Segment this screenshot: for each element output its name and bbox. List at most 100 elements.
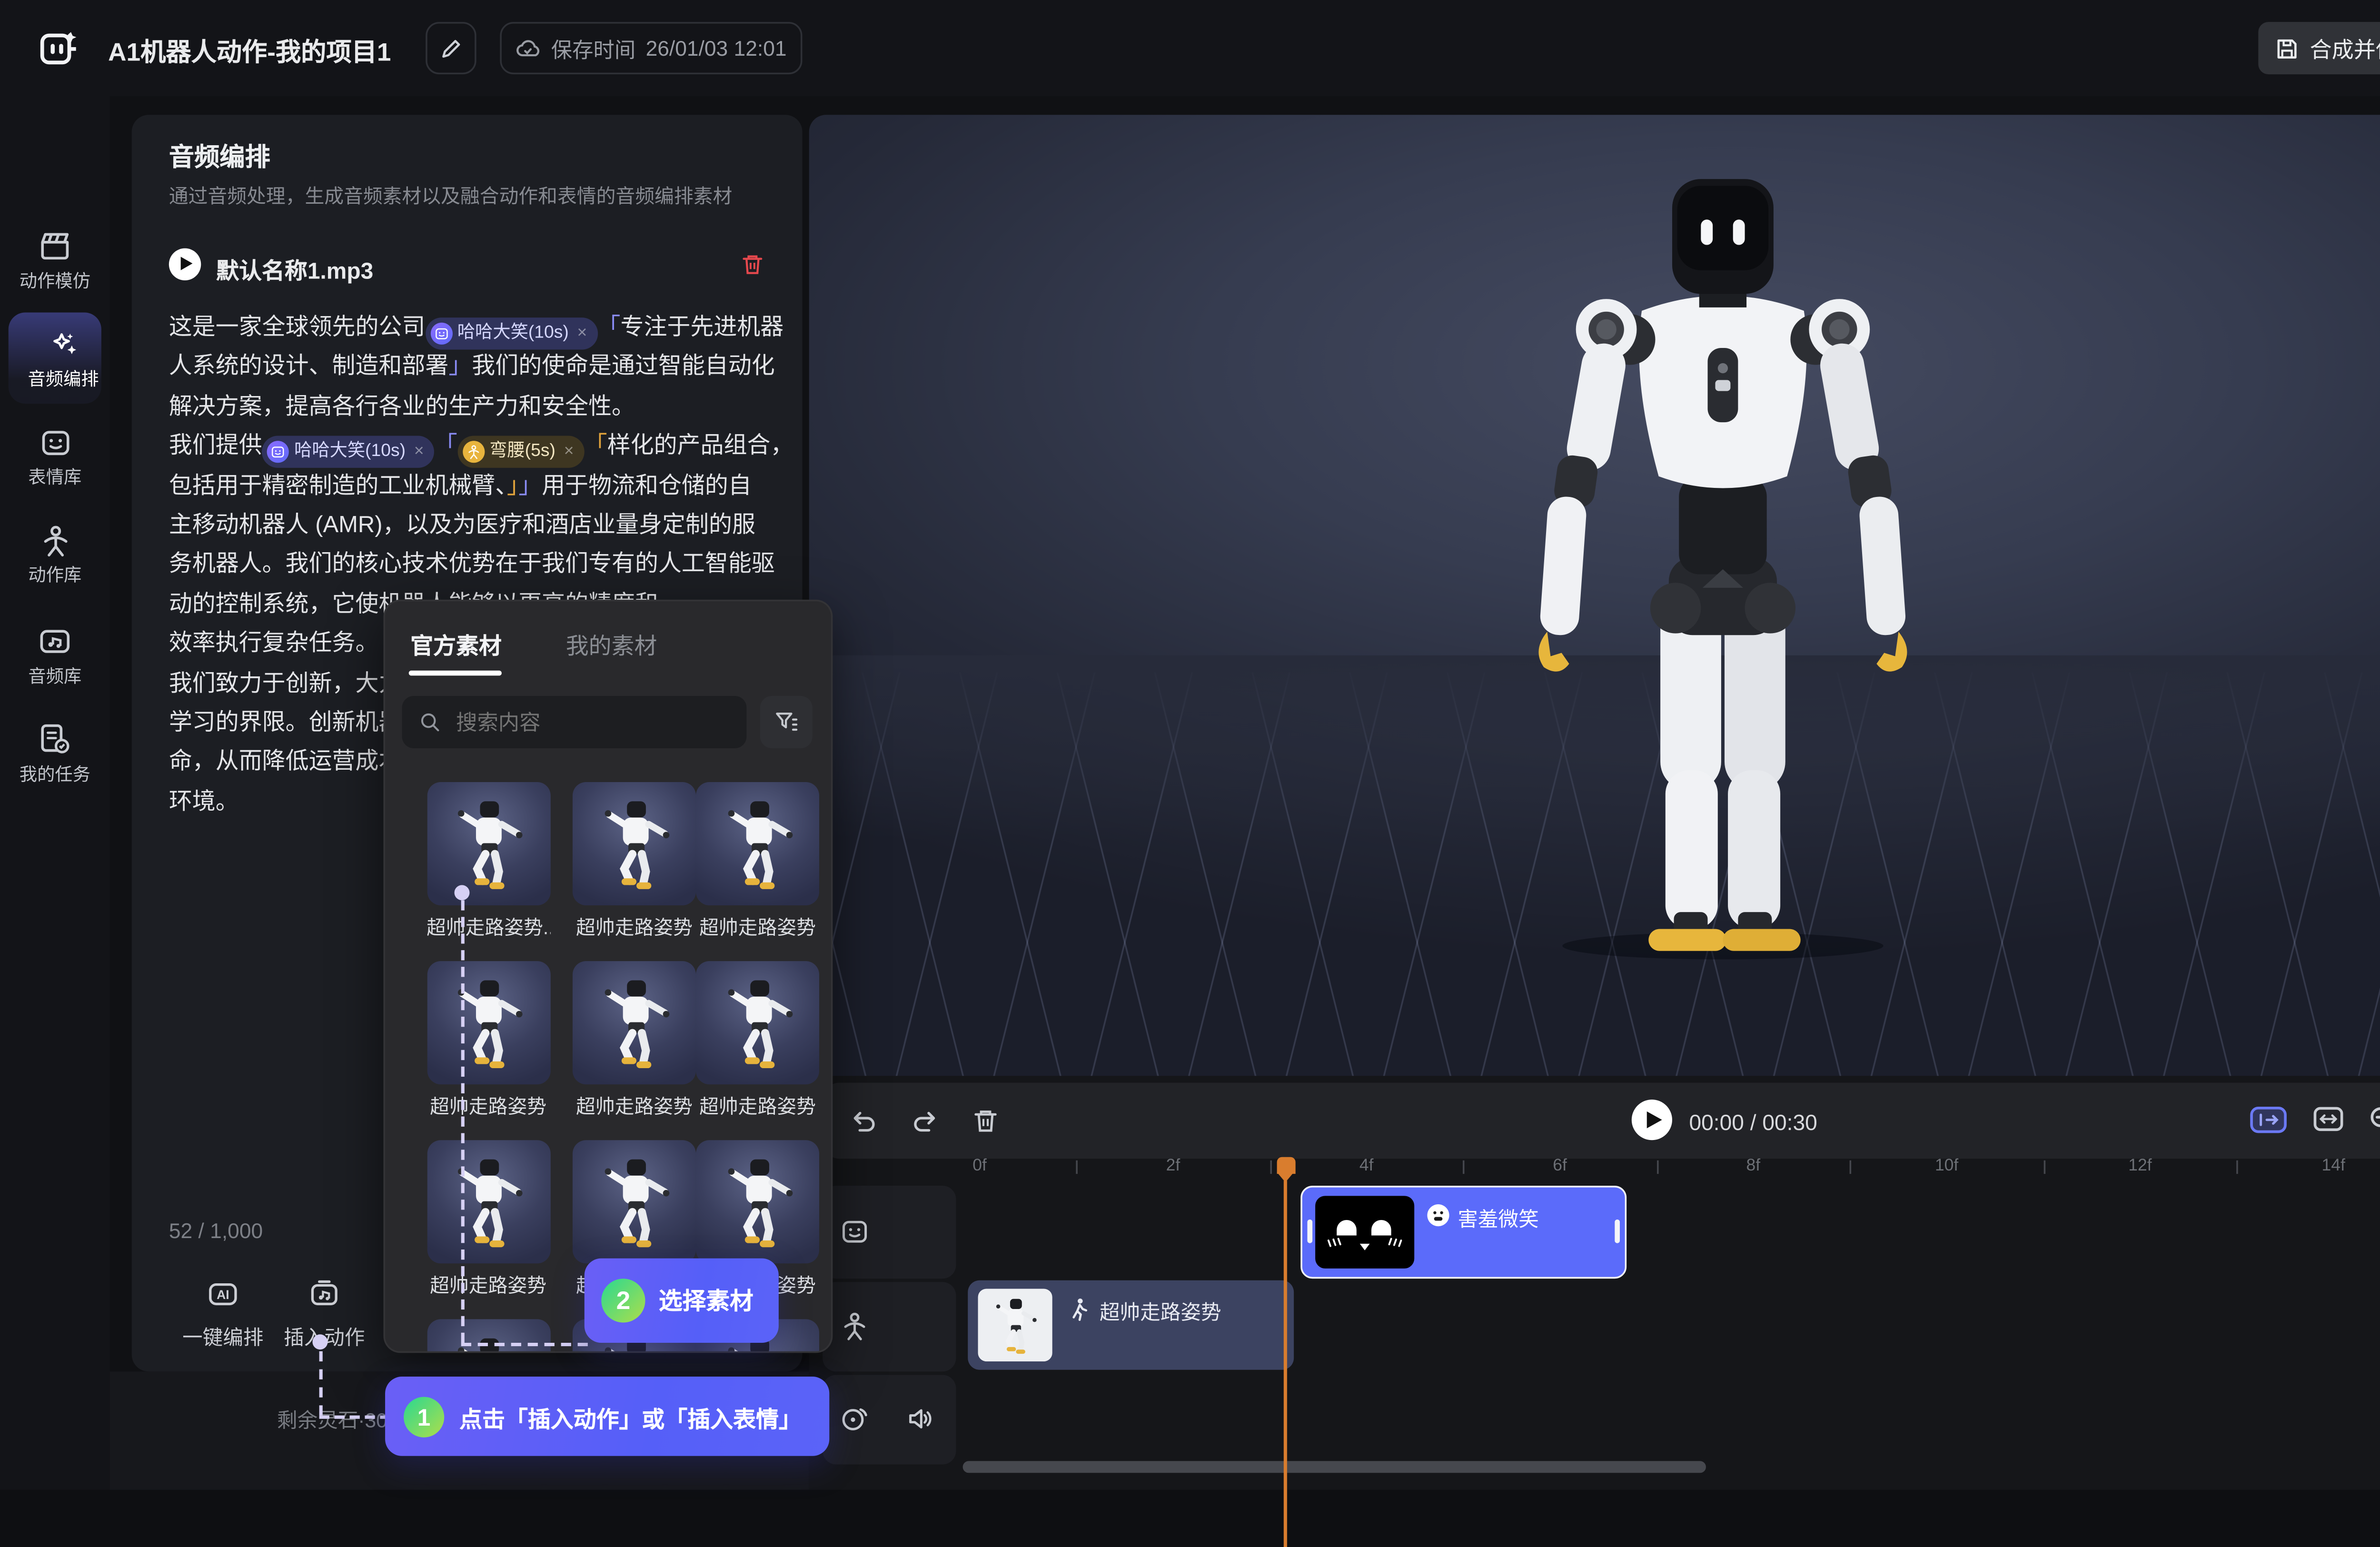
auto-snap-icon[interactable] — [2250, 1105, 2287, 1135]
transcript-text: 务机器人。我们的核心技术优势在于我们专有的人工智能驱 — [169, 551, 775, 576]
tab-my-materials[interactable]: 我的素材 — [566, 626, 657, 660]
pencil-icon — [439, 36, 463, 60]
material-thumbnail — [573, 782, 696, 905]
panel-title: 音频编排 — [169, 139, 270, 174]
sidebar-item-my-tasks[interactable]: 我的任务 — [0, 721, 110, 787]
save-time-label: 保存时间 — [551, 32, 635, 64]
search-input[interactable] — [453, 709, 713, 736]
motion-clip[interactable]: 超帅走路姿势 — [968, 1280, 1294, 1370]
ruler-label: 4f — [1359, 1157, 1374, 1176]
material-label: 超帅走路姿势 — [573, 1093, 696, 1120]
clapperboard-icon — [37, 228, 73, 264]
material-thumbnail — [426, 1140, 550, 1263]
ruler-label: 10f — [1935, 1157, 1958, 1176]
transcript-text: 解决方案，提高各行各业的生产力和安全性。 — [169, 393, 635, 418]
material-item[interactable]: 超帅走路姿势 — [573, 961, 696, 1120]
laugh-emoji-icon — [430, 323, 452, 345]
transcript-text: 我们的使命是通过智能自动化 — [472, 354, 774, 379]
timeline-play-button[interactable] — [1632, 1100, 1672, 1140]
clip-left-handle[interactable] — [1308, 1220, 1313, 1243]
viewport-3d[interactable]: Z Y X — [809, 115, 2380, 1076]
ruler-label: 8f — [1746, 1157, 1761, 1176]
sidebar-item-expression-library[interactable]: 表情库 — [0, 426, 110, 490]
tag-bend[interactable]: 弯腰(5s)× — [457, 436, 584, 468]
transcript-text: 效率执行复杂任务。 — [169, 630, 379, 655]
playhead-line — [1284, 1180, 1287, 1547]
delete-audio-button[interactable] — [740, 252, 765, 277]
fit-view-icon[interactable] — [2312, 1105, 2344, 1133]
tag-laugh[interactable]: 哈哈大笑(10s)× — [425, 317, 597, 349]
transcript-text: 专注于先进机器 — [621, 314, 784, 339]
search-box[interactable] — [402, 696, 747, 748]
material-item[interactable]: 超帅走路姿势 — [696, 782, 819, 941]
material-thumbnail — [426, 1319, 550, 1353]
laugh-emoji-icon — [267, 441, 289, 463]
guide-connector-1v — [318, 1351, 322, 1416]
guide-connector-2h — [460, 1343, 587, 1346]
one-click-arrange-button[interactable]: AI 一键编排 — [176, 1277, 270, 1351]
timeline-toolbar: 00:00 / 00:30 — [823, 1083, 2380, 1159]
expression-clip[interactable]: 害羞微笑 — [1300, 1186, 1626, 1279]
sidebar-item-audio-arrange[interactable]: 音频编排 — [9, 312, 101, 404]
audio-track-header — [823, 1375, 956, 1464]
svg-text:AI: AI — [217, 1288, 229, 1302]
delete-clip-button[interactable] — [971, 1106, 1000, 1135]
panel-subtitle: 通过音频处理，生成音频素材以及融合动作和表情的音频编排素材 — [169, 182, 732, 209]
insert-media-icon — [307, 1277, 341, 1311]
ai-icon: AI — [206, 1277, 240, 1311]
material-label: 超帅走路姿势 — [573, 914, 696, 941]
time-display: 00:00 / 00:30 — [1689, 1110, 1817, 1135]
ruler-tick — [2043, 1160, 2045, 1174]
play-icon — [1647, 1111, 1662, 1127]
bend-emoji-icon — [462, 441, 484, 463]
guide-connector-2v — [460, 900, 464, 1343]
synthesize-save-label: 合成并保存 — [2310, 32, 2380, 64]
material-item[interactable]: 超帅走路姿势 — [426, 1319, 550, 1353]
zoom-out-icon[interactable] — [2368, 1105, 2380, 1133]
quote-mark: 」 — [448, 354, 472, 379]
material-label: 超帅走路姿势 — [696, 1093, 819, 1120]
material-thumbnail — [573, 961, 696, 1084]
audio-track-disc-icon — [840, 1404, 870, 1434]
material-thumbnail — [696, 961, 819, 1084]
sidebar-label: 音频库 — [0, 664, 110, 689]
redo-button[interactable] — [911, 1106, 939, 1135]
audio-file-row: 默认名称1.mp3 — [169, 247, 765, 287]
synthesize-save-button[interactable]: 合成并保存 — [2258, 22, 2380, 74]
material-item[interactable]: 超帅走路姿势 — [426, 961, 550, 1120]
motion-thumbnail — [978, 1289, 1052, 1361]
filter-button[interactable] — [760, 696, 813, 748]
task-list-icon — [37, 721, 73, 757]
ruler-tick — [1463, 1160, 1465, 1174]
active-tab-underline — [409, 671, 502, 675]
timeline-scrollbar[interactable] — [963, 1461, 1706, 1473]
rename-button[interactable] — [426, 22, 476, 74]
material-item[interactable]: 超帅走路姿势 — [696, 961, 819, 1120]
quote-mark: 「 — [434, 433, 457, 458]
search-icon — [419, 711, 441, 733]
quote-mark: 」 — [518, 472, 542, 497]
clip-right-handle[interactable] — [1615, 1220, 1620, 1243]
save-time-chip: 保存时间 26/01/03 12:01 — [500, 22, 802, 74]
undo-button[interactable] — [850, 1106, 878, 1135]
material-item[interactable]: 超帅走路姿势... — [426, 782, 550, 941]
motion-track-icon — [840, 1311, 870, 1341]
material-label: 超帅走路姿势... — [426, 914, 550, 941]
sidebar-item-motion-mimic[interactable]: 动作模仿 — [0, 228, 110, 294]
guide-step-text: 点击「插入动作」或「插入表情」 — [459, 1399, 802, 1433]
tag-laugh[interactable]: 哈哈大笑(10s)× — [262, 436, 434, 468]
project-title: A1机器人动作-我的项目1 — [108, 34, 391, 69]
expression-thumbnail — [1314, 1196, 1416, 1269]
sidebar-item-audio-library[interactable]: 音频库 — [0, 623, 110, 689]
audio-track-speaker-icon[interactable] — [905, 1404, 936, 1434]
play-audio-button[interactable] — [169, 248, 201, 280]
robot-model[interactable] — [1487, 166, 1960, 968]
ruler-label: 14f — [2322, 1157, 2345, 1176]
sidebar-item-motion-library[interactable]: 动作库 — [0, 524, 110, 588]
person-icon — [38, 524, 72, 557]
cloud-save-icon — [516, 36, 541, 61]
play-icon — [181, 257, 193, 270]
material-item[interactable]: 超帅走路姿势 — [426, 1140, 550, 1299]
tab-official-materials[interactable]: 官方素材 — [410, 626, 502, 660]
material-item[interactable]: 超帅走路姿势 — [573, 782, 696, 941]
